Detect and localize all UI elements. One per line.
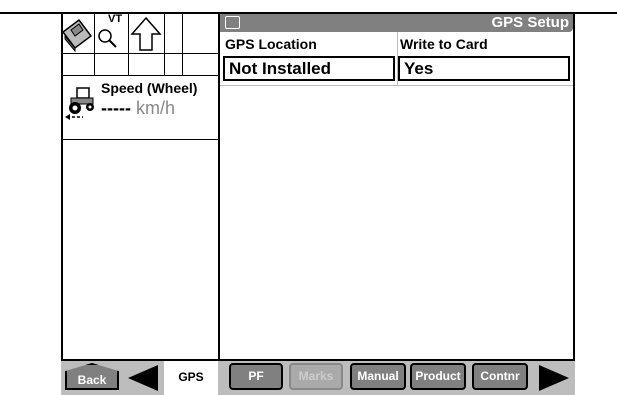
screen-titlebar: GPS Setup (220, 14, 573, 32)
row-separator (220, 85, 573, 86)
speed-title: Speed (Wheel) (101, 80, 198, 96)
gps-location-dropdown[interactable]: Not Installed (223, 56, 395, 81)
write-to-card-value: Yes (404, 59, 434, 78)
product-button[interactable]: Product (410, 363, 466, 390)
empty-cell (95, 54, 129, 76)
empty-cell (183, 14, 219, 54)
empty-cell (165, 54, 183, 76)
column-separator (397, 32, 398, 85)
vt-label: VT (108, 13, 123, 25)
panel-divider (218, 14, 220, 359)
manual-button[interactable]: Manual (350, 363, 406, 390)
vt-search-cell[interactable]: VT (95, 13, 129, 54)
left-panel: VT Speed (Wheel) ----- km/h (61, 13, 219, 359)
gps-location-label: GPS Location (225, 36, 317, 52)
toolbar-icon-grid: VT (61, 13, 219, 76)
previous-arrow-icon[interactable] (128, 365, 158, 391)
write-to-card-label: Write to Card (400, 36, 488, 52)
book-icon (61, 18, 93, 53)
empty-cell (129, 54, 165, 76)
empty-cell (61, 54, 95, 76)
tab-gps[interactable]: GPS (164, 361, 218, 395)
screen-icon (225, 16, 240, 29)
speed-value: ----- km/h (101, 98, 175, 119)
up-arrow-icon (130, 16, 162, 51)
gps-location-value: Not Installed (229, 59, 332, 78)
speed-number: ----- (101, 98, 131, 118)
speed-readout: Speed (Wheel) ----- km/h (61, 76, 219, 140)
tractor-icon (65, 87, 94, 120)
pf-button[interactable]: PF (229, 363, 283, 390)
contnr-button[interactable]: Contnr (472, 363, 528, 390)
empty-cell (165, 14, 183, 54)
marks-button[interactable]: Marks (289, 363, 343, 390)
write-to-card-dropdown[interactable]: Yes (398, 56, 570, 81)
book-cell[interactable] (61, 14, 95, 54)
next-arrow-icon[interactable] (539, 365, 569, 391)
screen-title: GPS Setup (491, 14, 569, 31)
empty-cell (183, 54, 219, 76)
up-arrow-cell[interactable] (129, 14, 165, 54)
speed-unit: km/h (136, 98, 176, 118)
